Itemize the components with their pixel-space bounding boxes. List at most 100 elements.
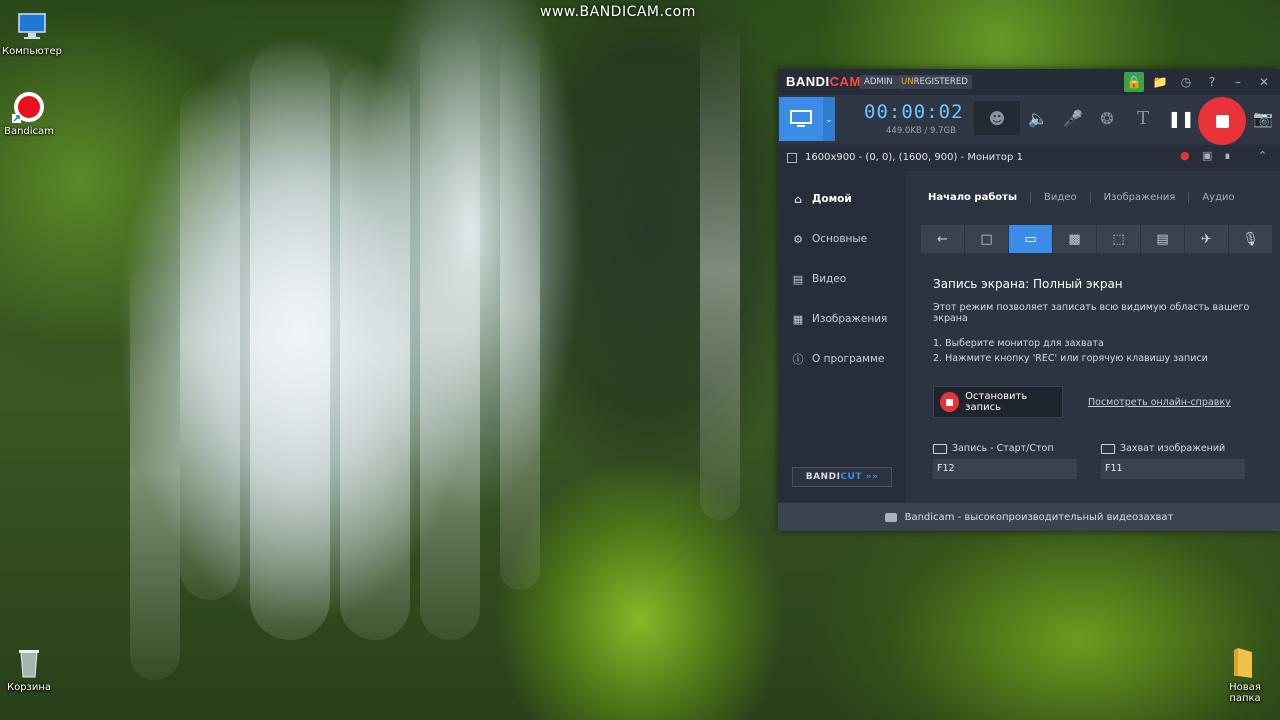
- tab-images[interactable]: Изображения: [1091, 192, 1190, 203]
- bandicam-window: BANDICAM ADMIN UNREGISTERED 🔒 📁 ◷ ? – ✕ …: [778, 69, 1280, 531]
- chevron-down-icon[interactable]: ⌄: [823, 97, 835, 141]
- recycle-bin-icon: [12, 646, 46, 680]
- desktop-icon-new-folder[interactable]: Новая папка: [1213, 646, 1277, 704]
- cursor-click-icon: ❂: [1100, 108, 1114, 128]
- keyboard-icon: [1101, 443, 1115, 454]
- stop-icon: [940, 392, 960, 412]
- bandicut-button[interactable]: BANDI CUT »»: [792, 467, 892, 487]
- desktop-icon-label: Компьютер: [2, 46, 62, 57]
- desktop-icon-label: Bandicam: [4, 126, 54, 137]
- mode-description: Этот режим позволяет записать всю видиму…: [933, 302, 1250, 324]
- sidebar-item-label: Домой: [812, 193, 852, 205]
- stop-recording-label: Остановить запись: [965, 391, 1028, 413]
- recording-timer: 00:00:02: [864, 101, 964, 123]
- cursor-effect-toggle[interactable]: ❂: [1092, 101, 1122, 135]
- sidebar-item-label: О программе: [812, 353, 885, 365]
- close-icon[interactable]: ✕: [1254, 72, 1274, 92]
- tab-video[interactable]: Видео: [1031, 192, 1091, 203]
- hotkey-capture-field[interactable]: F11: [1101, 459, 1245, 479]
- clock-icon[interactable]: ◷: [1176, 72, 1196, 92]
- sidebar-item-video[interactable]: ▤ Видео: [791, 270, 846, 288]
- tab-getting-started[interactable]: Начало работы: [928, 192, 1032, 203]
- gamepad-icon[interactable]: ✈: [1185, 225, 1228, 253]
- webcam-toggle[interactable]: ☻: [974, 101, 1020, 135]
- file-size: 449.0KB / 9.7GB: [886, 126, 956, 136]
- chat-icon: [884, 512, 897, 522]
- hdmi-device-icon[interactable]: ▤: [1141, 225, 1184, 253]
- desktop-icon-label: Корзина: [6, 682, 52, 693]
- target-area-icon: [787, 153, 797, 163]
- microphone-toggle[interactable]: 🎤: [1058, 101, 1088, 135]
- stop-recording-button[interactable]: Остановить запись: [933, 386, 1063, 418]
- unregistered-badge: UNREGISTERED: [897, 75, 972, 89]
- bandicam-logo: BANDICAM: [786, 74, 861, 89]
- desktop-icon-label: Новая папка: [1229, 682, 1261, 704]
- desktop-icon-recycle-bin[interactable]: Корзина: [0, 646, 61, 693]
- sidebar-item-images[interactable]: ▦ Изображения: [791, 310, 888, 328]
- pause-button[interactable]: ❚❚: [1166, 101, 1196, 135]
- lock-icon[interactable]: 🔒: [1124, 72, 1144, 92]
- screenshot-button[interactable]: 📷: [1250, 101, 1276, 135]
- toolbar: ⌄ 00:00:02 449.0KB / 9.7GB ☻ 🔈 🎤 ❂ T ❚❚ …: [778, 95, 1280, 145]
- hotkey-record-label: Запись - Старт/Стоп: [933, 443, 1054, 454]
- audio-only-icon[interactable]: 🎙: [1229, 225, 1272, 253]
- sidebar-item-label: Видео: [812, 273, 847, 285]
- folder-icon[interactable]: 📁: [1150, 72, 1170, 92]
- sidebar: ⌂ Домой ⚙ Основные ▤ Видео ▦ Изображения…: [778, 171, 906, 503]
- minimize-icon[interactable]: –: [1228, 72, 1248, 92]
- around-mouse-icon[interactable]: ⬚: [1097, 225, 1140, 253]
- sidebar-item-about[interactable]: ⓘ О программе: [791, 350, 885, 368]
- sidebar-item-general[interactable]: ⚙ Основные: [791, 230, 867, 248]
- hotkey-capture-label: Захват изображений: [1101, 443, 1225, 454]
- video-icon: ▤: [792, 272, 804, 286]
- monitor-icon: [790, 110, 812, 127]
- pause-icon: ❚❚: [1167, 108, 1195, 128]
- stop-icon: [1215, 114, 1229, 128]
- admin-badge: ADMIN: [860, 75, 897, 89]
- folder-icon: [1228, 646, 1262, 680]
- tab-audio[interactable]: Аудио: [1189, 192, 1247, 203]
- capture-target-text: 1600x900 - (0, 0), (1600, 900) - Монитор…: [805, 152, 1023, 163]
- collapse-icon[interactable]: ⌃: [1258, 149, 1267, 162]
- broadcast-icon[interactable]: ∎: [1224, 149, 1231, 162]
- fullscreen-mode-icon[interactable]: ▭: [1009, 225, 1052, 253]
- info-icon: ⓘ: [792, 353, 804, 366]
- instruction-step: 1. Выберите монитор для захвата: [933, 338, 1104, 349]
- title-bar[interactable]: BANDICAM ADMIN UNREGISTERED 🔒 📁 ◷ ? – ✕: [778, 69, 1280, 95]
- stop-record-button[interactable]: [1198, 97, 1246, 145]
- screen-mode-button[interactable]: ⌄: [779, 97, 835, 141]
- text-overlay-toggle[interactable]: T: [1128, 101, 1158, 135]
- bandicam-watermark: www.BANDICAM.com: [540, 4, 696, 20]
- desktop-icon-computer[interactable]: Компьютер: [0, 10, 64, 57]
- image-icon: ▦: [792, 312, 804, 326]
- online-help-link[interactable]: Посмотреть онлайн-справку: [1088, 397, 1231, 408]
- picture-icon[interactable]: ▣: [1202, 149, 1212, 162]
- microphone-icon: 🎤: [1063, 108, 1083, 128]
- back-arrow-icon[interactable]: ←: [921, 225, 964, 253]
- footer-bar: Bandicam - высокопроизводительный видеоз…: [778, 503, 1280, 531]
- desktop-icon-bandicam[interactable]: Bandicam: [0, 90, 61, 137]
- bandicam-icon: [12, 90, 46, 124]
- sidebar-item-home[interactable]: ⌂ Домой: [791, 190, 852, 208]
- sidebar-item-label: Изображения: [812, 313, 888, 325]
- capture-mode-bar: ← □ ▭ ▩ ⬚ ▤ ✈ 🎙: [921, 225, 1272, 253]
- window-lock-icon[interactable]: ▩: [1053, 225, 1096, 253]
- hotkey-record-field[interactable]: F12: [933, 459, 1077, 479]
- speaker-toggle[interactable]: 🔈: [1023, 101, 1053, 135]
- content-tabs: Начало работы Видео Изображения Аудио: [928, 192, 1248, 203]
- footer-text: Bandicam - высокопроизводительный видеоз…: [904, 511, 1174, 523]
- text-icon: T: [1136, 107, 1149, 129]
- rectangle-area-icon[interactable]: □: [965, 225, 1008, 253]
- speaker-icon: 🔈: [1028, 108, 1048, 128]
- camera-icon: 📷: [1253, 108, 1273, 128]
- instruction-step: 2. Нажмите кнопку 'REC' или горячую клав…: [933, 353, 1208, 364]
- computer-icon: [15, 10, 49, 44]
- keyboard-icon: [933, 443, 947, 454]
- record-indicator-icon[interactable]: ●: [1180, 149, 1190, 162]
- webcam-icon: ☻: [988, 108, 1006, 128]
- gear-icon: ⚙: [793, 232, 803, 246]
- mode-heading: Запись экрана: Полный экран: [933, 277, 1123, 291]
- home-icon: ⌂: [794, 192, 802, 206]
- sidebar-item-label: Основные: [812, 233, 868, 245]
- help-icon[interactable]: ?: [1202, 72, 1222, 92]
